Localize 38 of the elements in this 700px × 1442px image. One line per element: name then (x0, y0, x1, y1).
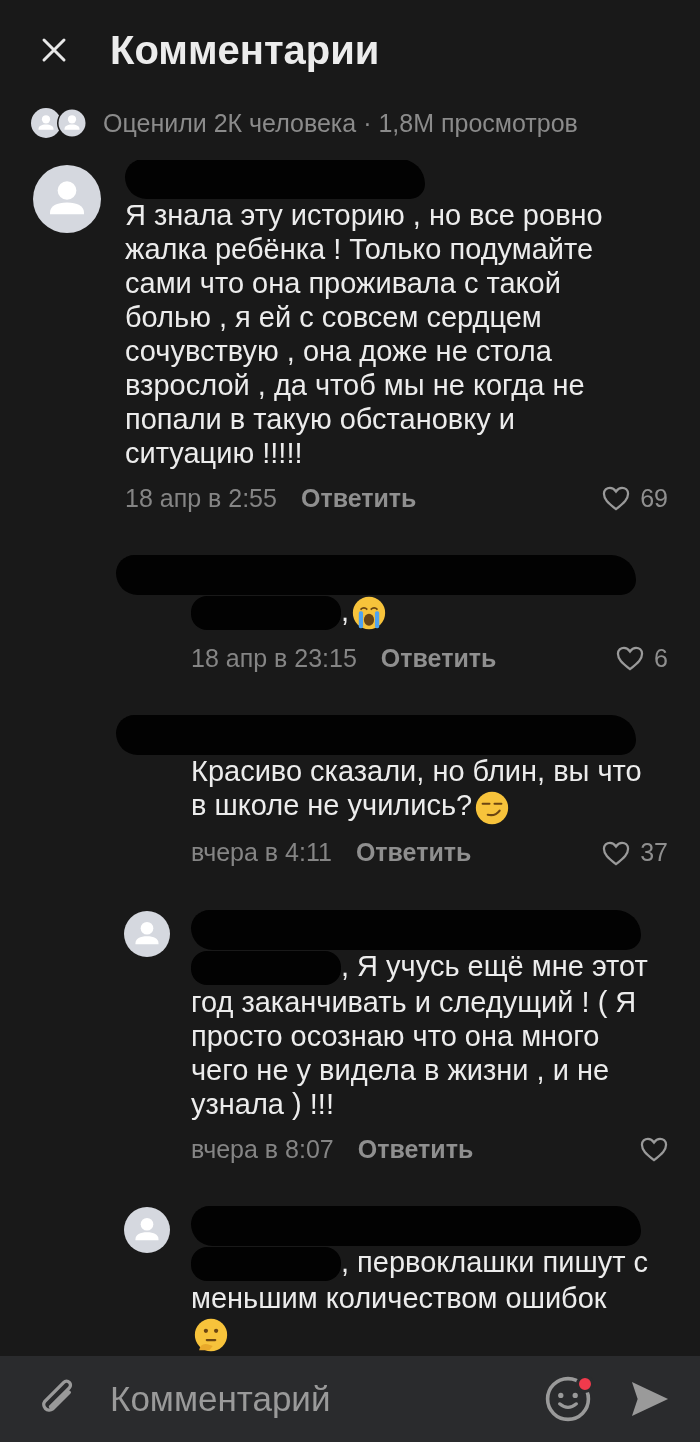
stats-text: Оценили 2К человека · 1,8М просмотров (103, 108, 578, 138)
like-icon[interactable] (602, 485, 631, 511)
comment-bar[interactable]: Комментарий (0, 1356, 700, 1442)
comment-text: Я знала эту историю , но все ровно жалка ребёнка ! Только подумайте сами что она проживала с такой болью , я ей с совсем сердцем сочувствую , она доже не стола взрослой , да чтоб мы не когда не попали в такую обстановку и ситуацию !!!!! (125, 199, 603, 469)
like-icon[interactable] (640, 1136, 668, 1163)
user-avatar-icon (31, 108, 61, 138)
smirking-face-icon (475, 790, 510, 825)
close-icon[interactable] (40, 36, 68, 64)
user-avatar-icon[interactable] (124, 1207, 170, 1254)
comment-text: год заканчивать и следущий ! ( Я просто осознаю что она много чего не у видела в жизни , и не узнала ) !!! (191, 986, 637, 1121)
comment-time: 18 апр в 2:55 (125, 483, 277, 513)
reply-link[interactable]: Ответить (355, 838, 472, 868)
user-avatar-icon[interactable] (33, 165, 101, 233)
comment-text: в школе не учились? (191, 789, 473, 822)
send-icon[interactable] (630, 1380, 670, 1418)
reply-link[interactable]: Ответить (300, 483, 417, 513)
thinking-face-icon (194, 1317, 228, 1352)
comment-field[interactable]: Комментарий (110, 1375, 524, 1423)
comment-time: вчера в 4:11 (191, 838, 332, 868)
comment-text: Красиво сказали, но блин, вы что (191, 755, 642, 788)
reply-link[interactable]: Ответить (357, 1134, 474, 1164)
user-avatar-icon[interactable] (124, 910, 170, 957)
reply-link[interactable]: Ответить (380, 643, 497, 673)
crying-face-icon (352, 596, 387, 631)
page-title: Комментарии (110, 27, 380, 73)
like-count: 69 (640, 483, 668, 513)
comment-text: , (341, 595, 350, 627)
comment-text: , Я учусь ещё мне этот (341, 949, 648, 982)
comment-text: меньшим количеством ошибок (191, 1282, 607, 1315)
like-count: 37 (640, 838, 668, 868)
comment-time: вчера в 8:07 (191, 1134, 334, 1164)
comment-text: , первоклашки пишут с (341, 1246, 649, 1279)
user-avatar-icon (57, 108, 87, 138)
like-count: 6 (654, 643, 668, 673)
emoji-icon[interactable] (544, 1375, 592, 1423)
comment-time: 18 апр в 23:15 (191, 643, 357, 673)
like-icon[interactable] (616, 645, 645, 672)
like-icon[interactable] (602, 839, 631, 866)
